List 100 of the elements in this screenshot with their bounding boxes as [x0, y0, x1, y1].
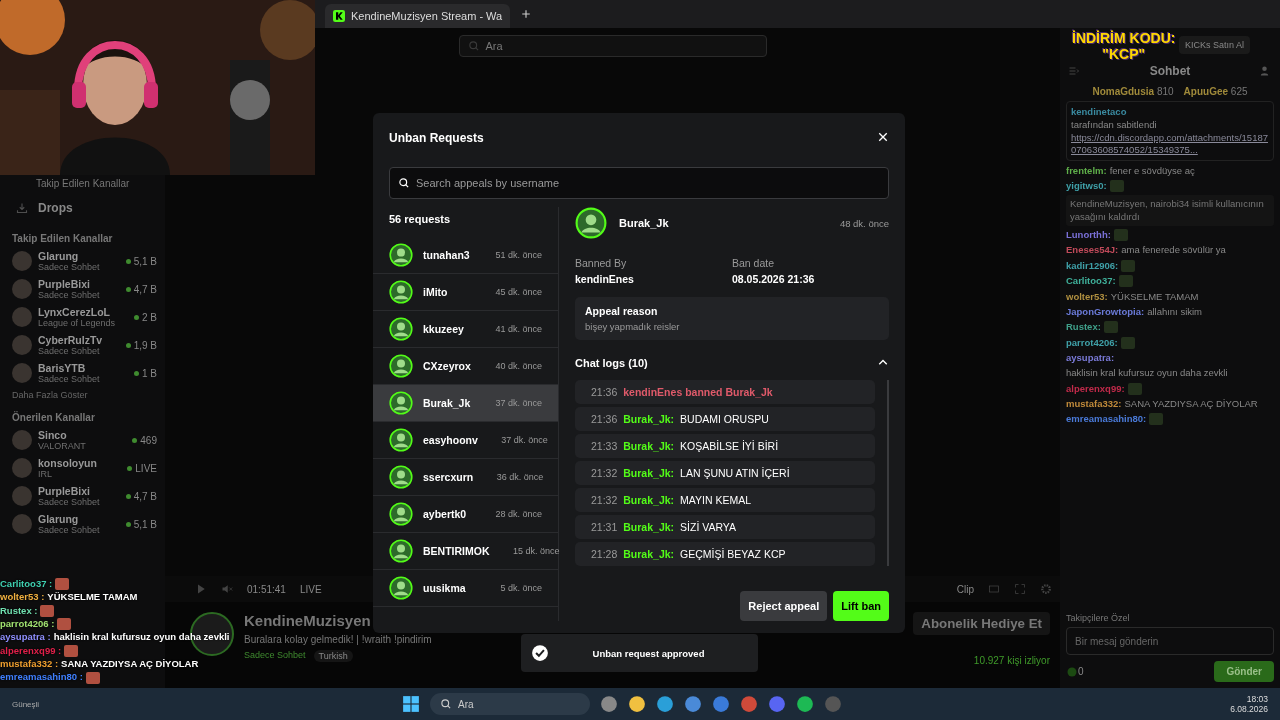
card-title: Appeal reason [585, 305, 659, 317]
chat-username[interactable]: alperenxq99 : [0, 644, 62, 658]
avatar [389, 317, 413, 341]
chat-username[interactable]: mustafa332 : [0, 658, 59, 671]
chat-message: SANA YAZDIYSA AÇ DİYOLAR [1124, 397, 1258, 411]
chat-log-row: 21:33 Burak_Jk: KOŞABİLSE İYİ BİRİ [575, 434, 875, 458]
request-item[interactable]: aybertk0 28 dk. önce [373, 496, 558, 533]
chat-username[interactable]: aysupatra : [0, 631, 51, 644]
request-item[interactable]: tunahan3 51 dk. önce [373, 237, 558, 274]
request-item[interactable]: iMito 45 dk. önce [373, 274, 558, 311]
chat-username[interactable]: Rustex : [0, 604, 38, 618]
request-item[interactable]: uusikma 5 dk. önce [373, 570, 558, 607]
channel-avatar[interactable] [12, 486, 32, 506]
chat-username[interactable]: Carlitoo37 : [0, 578, 53, 591]
field-value: kendinEnes [575, 273, 635, 285]
channel-avatar[interactable] [12, 363, 32, 383]
gifter-name[interactable]: NomaGdusia [1092, 86, 1155, 97]
channel-name[interactable]: konsoloyun [38, 457, 122, 469]
show-more-link[interactable]: Daha Fazla Göster [12, 390, 157, 400]
channel-category: Sadece Sohbet [38, 290, 101, 300]
chat-username[interactable]: kadir12906: [1066, 259, 1119, 273]
channel-name[interactable]: Glarung [38, 513, 120, 525]
chat-username[interactable]: alperenxq99: [1066, 382, 1125, 395]
chat-log-row: 21:36 kendinEnes banned Burak_Jk [575, 380, 875, 404]
avatar [389, 391, 413, 415]
gift-count: 625 [1230, 86, 1248, 97]
language-tag[interactable]: Turkish [313, 650, 353, 662]
chat-username[interactable]: wolter53 : [0, 591, 45, 604]
chat-username[interactable]: wolter53: [1066, 290, 1108, 303]
request-item[interactable]: kkuzeey 41 dk. önce [373, 311, 558, 348]
search-field[interactable]: Search appeals by username [389, 167, 889, 199]
chat-username[interactable]: parrot4206 : [0, 618, 55, 631]
chat-username[interactable]: Carlitoo37: [1066, 275, 1116, 288]
pinned-link[interactable]: https://cdn.discordapp.com/attachments/1518707063608574052/15349375... [1071, 132, 1269, 156]
lift-ban-button[interactable]: Lift ban [833, 591, 889, 621]
chat-username[interactable]: JaponGrowtopia: [1066, 305, 1145, 319]
gift-sub-button[interactable]: Abonelik Hediye Et [913, 612, 1050, 635]
viewer-count: 5,1 B [133, 518, 157, 530]
chat-username[interactable]: mustafa332: [1066, 397, 1122, 411]
request-item[interactable]: easyhoonv 37 dk. önce [373, 422, 558, 459]
request-item[interactable]: Burak_Jk 37 dk. önce [373, 385, 558, 422]
chat-username[interactable]: frentelm: [1066, 164, 1107, 178]
pinned-by-user[interactable]: kendinetaco [1071, 106, 1269, 117]
download-icon [16, 202, 28, 214]
chat-username[interactable]: emreamasahin80: [1066, 413, 1147, 426]
chat-log-row: 21:31 Burak_Jk: SİZİ VARYA [575, 515, 875, 539]
reject-appeal-button[interactable]: Reject appeal [740, 591, 828, 621]
emote-icon [1113, 229, 1128, 242]
request-item[interactable]: ssercxurn 36 dk. önce [373, 459, 558, 496]
channel-avatar[interactable] [12, 335, 32, 355]
channel-name[interactable]: PurpleBixi [38, 278, 120, 290]
chat-message: haklisin kral kufursuz oyun daha zevkli [1066, 367, 1228, 380]
chat-username[interactable]: yigitws0: [1066, 180, 1107, 193]
gifter-name[interactable]: ApuuGee [1183, 86, 1229, 97]
chat-username[interactable]: aysupatra: [1066, 351, 1115, 365]
channel-name[interactable]: PurpleBixi [38, 485, 120, 497]
close-icon [877, 131, 889, 143]
live-dot [134, 314, 139, 320]
kicks-button[interactable]: KICKs Satın Al [1178, 36, 1250, 54]
live-dot [134, 370, 139, 376]
viewer-count: 4,7 B [133, 490, 157, 502]
live-dot [125, 493, 131, 499]
browser-tab[interactable]: KendineMuzisyen Stream - Wa [325, 4, 511, 28]
category-link[interactable]: Sadece Sohbet [244, 650, 306, 662]
taskbar-search[interactable]: Ara [430, 693, 590, 715]
chat-username[interactable]: Eneses54J: [1066, 244, 1119, 257]
channel-name[interactable]: LynxCerezLoL [38, 306, 128, 318]
chat-username[interactable]: parrot4206: [1066, 336, 1118, 349]
channel-avatar[interactable] [12, 307, 32, 327]
field-value: 08.05.2026 21:36 [732, 273, 816, 285]
channel-name[interactable]: Glarung [38, 250, 120, 262]
request-item[interactable]: BENTIRIMOK 15 dk. önce [373, 533, 558, 570]
message-field[interactable]: Bir mesaj gönderin [1066, 627, 1274, 655]
chat-message: YÜKSELME TAMAM [1110, 290, 1199, 303]
clock-date: 6.08.2026 [1230, 704, 1268, 714]
system-message: KendineMuzisyen, nairobi34 isimli kullanıcının yasağını kaldırdı [1066, 195, 1274, 227]
theater-icon [988, 583, 1000, 595]
channel-avatar[interactable] [12, 514, 32, 534]
drops-link[interactable]: Drops [38, 201, 73, 215]
chat-username[interactable]: emreamasahin80 : [0, 671, 83, 684]
chat-username[interactable]: Lunorthh: [1066, 229, 1111, 242]
channel-avatar[interactable] [12, 430, 32, 450]
clip-button[interactable]: Clip [956, 583, 974, 595]
channel-avatar[interactable] [12, 251, 32, 271]
emote-icon [1121, 260, 1136, 272]
promo-text: İNDİRİM KODU: [1072, 30, 1176, 46]
chat-message: allahını sikim [1147, 305, 1203, 319]
viewer-count: 1 B [142, 367, 157, 379]
live-dot [132, 437, 138, 443]
chat-username[interactable]: Rustex: [1066, 321, 1101, 334]
avatar [389, 243, 413, 267]
search-field[interactable]: Ara [458, 35, 767, 57]
emote-icon [1103, 321, 1118, 334]
avatar [389, 465, 413, 489]
channel-avatar[interactable] [12, 279, 32, 299]
channel-avatar[interactable] [12, 458, 32, 478]
channel-name[interactable]: CyberRulzTv [38, 334, 120, 346]
channel-name[interactable]: BarisYTB [38, 362, 128, 374]
channel-name[interactable]: Sinco [38, 429, 127, 441]
live-dot [125, 342, 131, 348]
